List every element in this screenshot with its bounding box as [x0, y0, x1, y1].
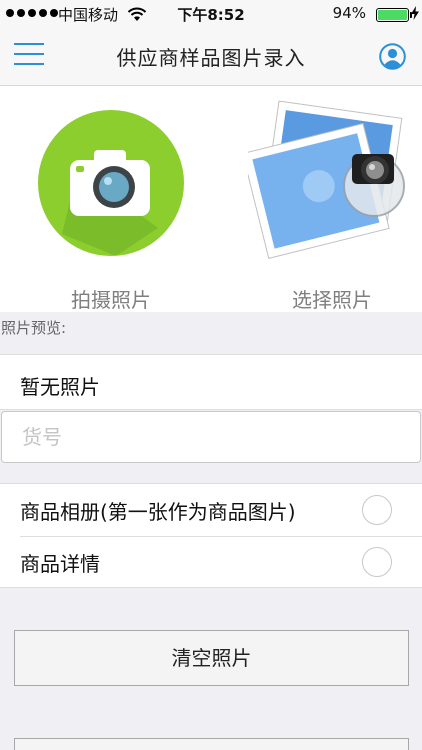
battery-icon — [376, 8, 412, 22]
photo-action-area: 拍摄照片 选择照片 — [0, 86, 422, 312]
select-photo-button[interactable] — [242, 100, 418, 260]
option-label: 商品相册(第一张作为商品图片) — [20, 500, 296, 524]
camera-icon — [62, 150, 158, 256]
user-profile-icon[interactable] — [379, 43, 406, 70]
select-photo-label[interactable]: 选择照片 — [252, 284, 412, 313]
take-photo-button[interactable] — [38, 110, 184, 256]
page-title: 供应商样品图片录入 — [116, 46, 306, 70]
empty-preview-message: 暂无照片 — [0, 354, 422, 410]
photo-album-icon — [242, 100, 405, 259]
upload-target-options: 商品相册(第一张作为商品图片) 商品详情 — [0, 483, 422, 588]
preview-section-header: 照片预览: — [0, 312, 422, 354]
navigation-bar: 供应商样品图片录入 — [0, 28, 422, 86]
status-bar: 中国移动 下午8:52 94% — [0, 0, 422, 28]
battery-percent: 94% — [332, 4, 366, 22]
option-product-details[interactable]: 商品详情 — [0, 536, 422, 588]
bottom-button[interactable] — [14, 738, 409, 750]
radio-button[interactable] — [362, 495, 392, 525]
charging-icon — [411, 6, 419, 20]
item-number-input[interactable] — [1, 411, 421, 463]
take-photo-label[interactable]: 拍摄照片 — [31, 284, 191, 313]
option-product-album[interactable]: 商品相册(第一张作为商品图片) — [0, 484, 422, 536]
option-label: 商品详情 — [20, 552, 100, 576]
divider — [20, 536, 422, 537]
clear-photos-button[interactable]: 清空照片 — [14, 630, 409, 686]
radio-button[interactable] — [362, 547, 392, 577]
